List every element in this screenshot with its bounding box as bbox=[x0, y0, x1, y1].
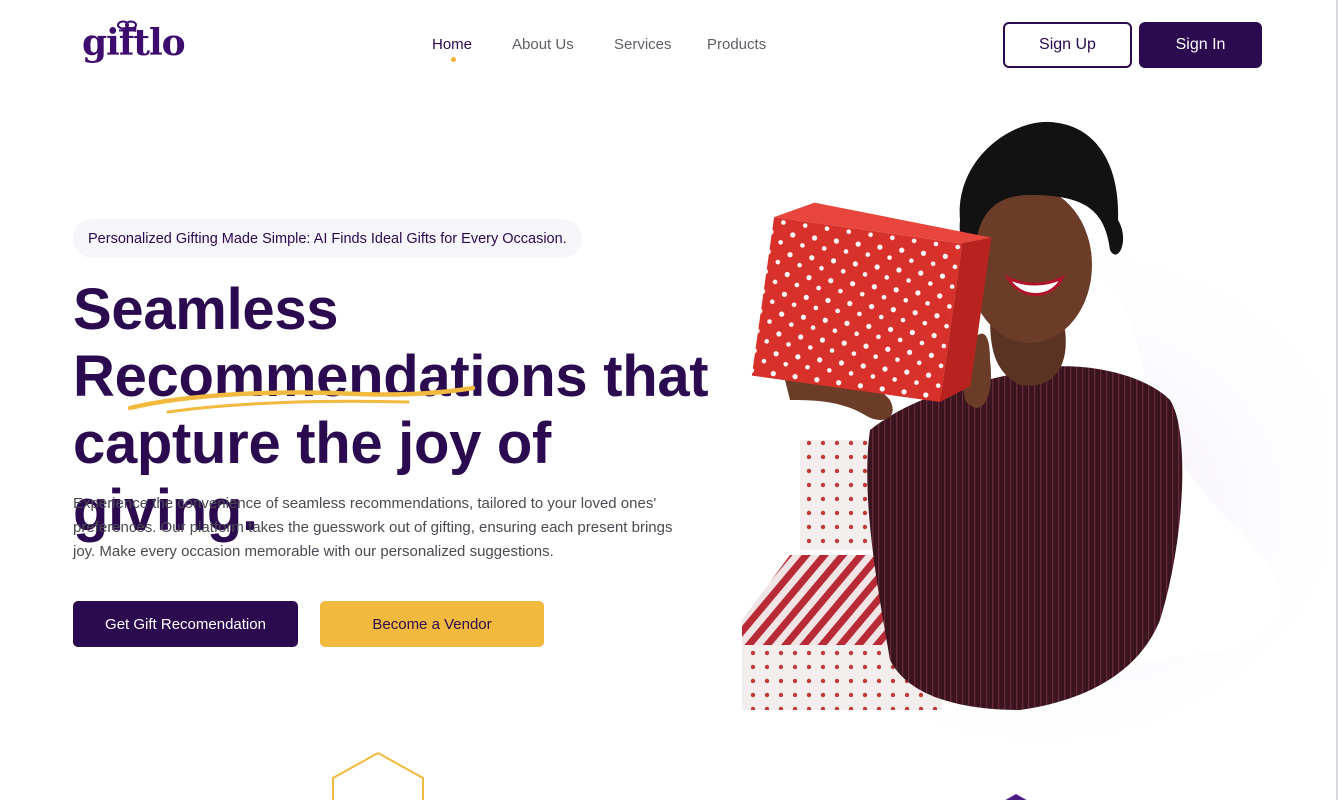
hexagon-outline-icon bbox=[332, 752, 424, 800]
get-gift-recommendation-button[interactable]: Get Gift Recomendation bbox=[73, 601, 298, 647]
headline-line-1: Seamless bbox=[73, 277, 339, 342]
hero-image-woman-with-gift bbox=[740, 121, 1330, 740]
nav-home[interactable]: Home bbox=[432, 36, 472, 53]
become-vendor-button[interactable]: Become a Vendor bbox=[320, 601, 544, 647]
hero-description: Experience the convenience of seamless r… bbox=[73, 495, 673, 560]
giftlo-logo[interactable]: giftlo bbox=[80, 20, 200, 68]
highlight-swash-icon bbox=[128, 385, 476, 414]
active-dot-icon bbox=[451, 57, 456, 62]
nav-services[interactable]: Services bbox=[614, 36, 672, 53]
logo-wordmark: giftlo bbox=[82, 22, 186, 64]
landing-page: giftlo Home About Us Services Products S… bbox=[0, 0, 1338, 800]
tagline-pill: Personalized Gifting Made Simple: AI Fin… bbox=[73, 219, 582, 258]
nav-about-us[interactable]: About Us bbox=[512, 36, 574, 53]
gift-box-red-polka-dots bbox=[751, 202, 992, 403]
nav-products[interactable]: Products bbox=[707, 36, 766, 53]
sign-in-button[interactable]: Sign In bbox=[1139, 22, 1262, 68]
hexagon-filled-icon bbox=[1005, 794, 1027, 800]
sign-up-button[interactable]: Sign Up bbox=[1003, 22, 1132, 68]
